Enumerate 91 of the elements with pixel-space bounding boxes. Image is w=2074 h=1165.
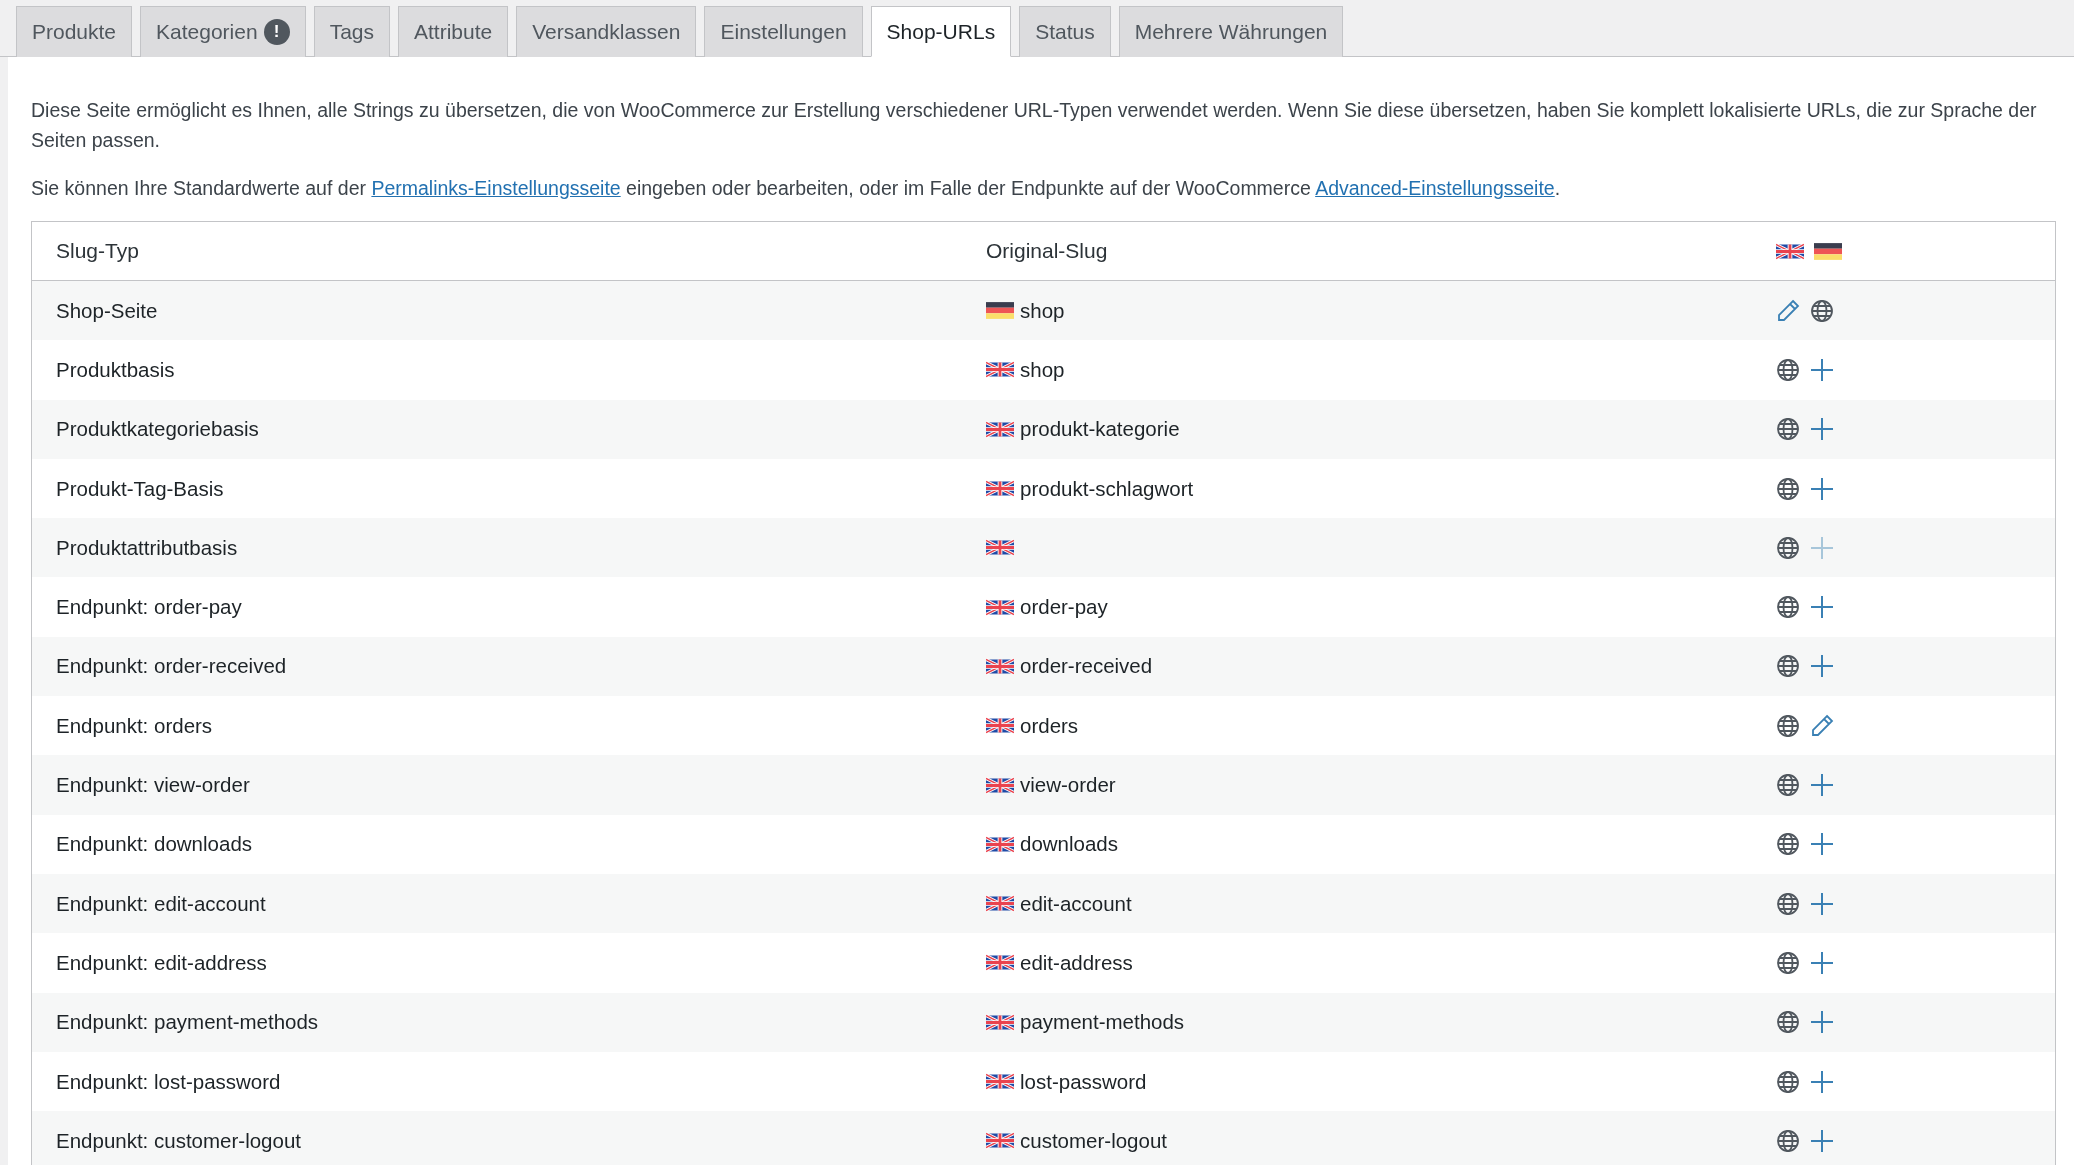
- plus-icon[interactable]: [1810, 476, 1834, 501]
- column-header: Original-Slug: [986, 239, 1109, 263]
- plus-icon[interactable]: [1810, 357, 1834, 382]
- plus-icon[interactable]: [1810, 1069, 1834, 1094]
- advanced-settings-link[interactable]: Advanced-Einstellungsseite: [1315, 177, 1555, 199]
- tab[interactable]: Produkte: [16, 6, 133, 57]
- pencil-icon[interactable]: [1810, 713, 1834, 738]
- original-slug-cell: produkt-schlagwort: [1020, 476, 1194, 501]
- globe-icon[interactable]: [1776, 832, 1800, 857]
- uk-flag-icon: [986, 420, 1014, 438]
- plus-icon[interactable]: [1810, 773, 1834, 797]
- original-slug-cell: produkt-kategorie: [1020, 417, 1180, 442]
- slug-type-cell-text: Endpunkt: customer-logout: [55, 1128, 302, 1153]
- original-slug-cell: lost-password: [1020, 1069, 1147, 1094]
- tab[interactable]: Versandklassen: [516, 6, 697, 57]
- slug-type-cell-text: Endpunkt: order-pay: [55, 595, 243, 620]
- plus-icon[interactable]: [1810, 1128, 1834, 1153]
- uk-flag-icon: [986, 895, 1014, 913]
- slug-type-cell-text: Produktbasis: [55, 357, 176, 382]
- column-header: Slug-Typ: [55, 239, 140, 263]
- slug-type-cell-text: Endpunkt: edit-account: [55, 891, 267, 916]
- notification-badge: !: [263, 19, 290, 45]
- permalinks-link[interactable]: Permalinks-Einstellungsseite: [371, 177, 621, 199]
- slug-type-cell-text: Endpunkt: downloads: [55, 832, 254, 857]
- plus-icon[interactable]: [1810, 891, 1834, 916]
- plus-icon[interactable]: [1810, 950, 1834, 975]
- uk-flag-icon: [986, 539, 1014, 557]
- uk-flag-icon: [986, 954, 1014, 972]
- german-flag-icon: [1814, 242, 1842, 260]
- globe-icon[interactable]: [1776, 595, 1800, 620]
- slug-type-cell-text: Endpunkt: order-received: [55, 654, 288, 679]
- original-slug-cell: edit-address: [1020, 950, 1133, 975]
- globe-icon[interactable]: [1776, 1069, 1800, 1094]
- uk-flag-icon: [986, 835, 1014, 853]
- original-slug-cell: customer-logout: [1020, 1128, 1167, 1153]
- tab[interactable]: Tags: [313, 6, 390, 57]
- original-slug-cell: payment-methods: [1020, 1010, 1185, 1035]
- plus-icon[interactable]: [1810, 595, 1834, 620]
- slug-type-cell-text: Endpunkt: edit-address: [55, 950, 268, 975]
- slug-type-cell-text: Produktattributbasis: [55, 535, 239, 560]
- uk-flag-icon: [986, 657, 1014, 675]
- globe-icon[interactable]: [1776, 535, 1800, 560]
- globe-icon[interactable]: [1776, 1010, 1800, 1035]
- uk-flag-icon: [986, 717, 1014, 735]
- note-text: Sie können Ihre Standardwerte auf der Permalinks-Einstellungsseite eingeben oder bearbeiten, oder im Falle der Endpunkte auf der WooCommerce Advanced-Einstellungsseite.: [31, 176, 1562, 201]
- globe-icon[interactable]: [1810, 298, 1834, 323]
- globe-icon[interactable]: [1776, 654, 1800, 679]
- intro-text: Diese Seite ermöglicht es Ihnen, alle Strings zu übersetzen, die von WooCommerce zur Erstellung verschiedener URL-Typen verwendet werden. Wenn Sie diese übersetzen, haben Sie komplett lokalisierte URLs, die zur Sprache der Seiten passen.: [31, 98, 2038, 153]
- original-slug-cell: orders: [1020, 713, 1079, 738]
- uk-flag-icon: [986, 1073, 1014, 1090]
- original-slug-cell: edit-account: [1020, 891, 1132, 916]
- slug-type-cell-text: Endpunkt: orders: [55, 713, 214, 738]
- slug-type-cell-text: Endpunkt: view-order: [55, 773, 251, 797]
- globe-icon[interactable]: [1776, 773, 1800, 797]
- tab[interactable]: Kategorien !: [140, 6, 306, 57]
- original-slug-cell: shop: [1020, 357, 1065, 382]
- tab[interactable]: Shop-URLs: [870, 6, 1012, 57]
- plus-icon[interactable]: [1810, 832, 1834, 857]
- slug-type-cell-text: Produktkategoriebasis: [55, 417, 260, 442]
- uk-flag-icon: [1776, 242, 1804, 260]
- globe-icon[interactable]: [1776, 950, 1800, 975]
- tab[interactable]: Einstellungen: [704, 6, 863, 57]
- plus-icon[interactable]: [1810, 1010, 1834, 1035]
- original-slug-cell: downloads: [1020, 832, 1118, 857]
- original-slug-cell: order-received: [1020, 654, 1153, 679]
- plus-icon[interactable]: [1810, 417, 1834, 442]
- globe-icon[interactable]: [1776, 1128, 1800, 1153]
- globe-icon[interactable]: [1776, 891, 1800, 916]
- slug-type-cell-text: Endpunkt: lost-password: [55, 1069, 282, 1094]
- uk-flag-icon: [986, 480, 1014, 498]
- globe-icon[interactable]: [1776, 476, 1800, 501]
- uk-flag-icon: [986, 1013, 1014, 1031]
- slug-type-cell-text: Shop-Seite: [55, 298, 159, 323]
- original-slug-cell: view-order: [1020, 773, 1116, 797]
- tab[interactable]: Attribute: [398, 6, 509, 57]
- plus-icon[interactable]: [1810, 654, 1834, 679]
- uk-flag-icon: [986, 776, 1014, 794]
- tab[interactable]: Mehrere Währungen: [1118, 6, 1344, 57]
- slug-type-cell-text: Endpunkt: payment-methods: [55, 1010, 320, 1035]
- globe-icon[interactable]: [1776, 417, 1800, 442]
- globe-icon[interactable]: [1776, 713, 1800, 738]
- uk-flag-icon: [986, 598, 1014, 616]
- pencil-icon[interactable]: [1776, 298, 1800, 323]
- original-slug-cell: shop: [1020, 298, 1065, 323]
- german-flag-icon: [986, 302, 1014, 320]
- tab[interactable]: Status: [1019, 6, 1111, 57]
- uk-flag-icon: [986, 361, 1014, 379]
- slug-type-cell-text: Produkt-Tag-Basis: [55, 476, 225, 501]
- globe-icon[interactable]: [1776, 357, 1800, 382]
- uk-flag-icon: [986, 1132, 1014, 1150]
- original-slug-cell: order-pay: [1020, 595, 1108, 620]
